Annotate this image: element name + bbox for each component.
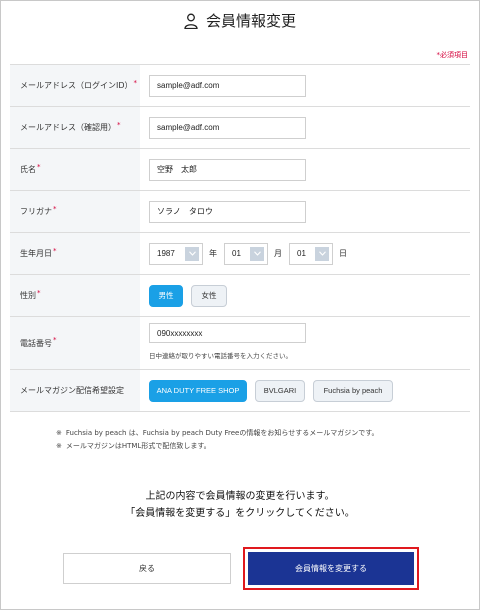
phone-field[interactable]: 090xxxxxxxx [149,323,306,343]
email-field[interactable]: sample@adf.com [149,74,306,97]
submit-highlight: 会員情報を変更する [243,547,419,590]
gender-male-button[interactable]: 男性 [149,284,183,307]
birth-month-select[interactable]: 01 [224,242,268,265]
newsletter-notes: ※ Fuchsia by peach は、Fuchsia by peach Dut… [56,427,379,453]
note-bullet: ※ [56,429,62,437]
name-label: 氏名 * [10,149,140,190]
phone-label: 電話番号 * [10,317,140,369]
birthdate-row: 生年月日 * 1987 年 01 月 01 日 [10,233,470,275]
chevron-down-icon [185,246,199,261]
gender-female-button[interactable]: 女性 [191,284,227,307]
birthdate-label: 生年月日 * [10,233,140,274]
required-mark: * [53,336,57,344]
gender-label: 性別 * [10,275,140,316]
phone-hint: 日中連絡が取りやすい電話番号を入力ください。 [149,352,292,360]
name-field[interactable]: 空野 太郎 [149,158,306,181]
required-mark: * [53,246,57,255]
birth-day-select[interactable]: 01 [289,242,333,265]
note-line-1: ※ Fuchsia by peach は、Fuchsia by peach Dut… [56,427,379,440]
email-row: メールアドレス（ログインID） * sample@adf.com [10,65,470,107]
member-form: メールアドレス（ログインID） * sample@adf.com メールアドレス（… [10,64,470,412]
required-mark: * [53,204,57,213]
birth-month-value: 01 [232,249,241,258]
required-note: *必須項目 [436,51,469,59]
furigana-row: フリガナ * ソラノ タロウ [10,191,470,233]
newsletter-row: メールマガジン配信希望設定 ANA DUTY FREE SHOP BVLGARI… [10,370,470,412]
newsletter-ana-button[interactable]: ANA DUTY FREE SHOP [149,379,247,402]
user-icon [184,13,198,29]
birth-year-value: 1987 [157,249,175,258]
gender-label-text: 性別 [20,291,36,300]
day-unit: 日 [339,249,347,258]
email-confirm-row: メールアドレス（確認用） * sample@adf.com [10,107,470,149]
furigana-label-text: フリガナ [20,207,52,216]
chevron-down-icon [315,246,329,261]
furigana-field[interactable]: ソラノ タロウ [149,200,306,223]
newsletter-label-text: メールマガジン配信希望設定 [20,386,124,395]
confirm-message-line-2: 「会員情報を変更する」をクリックしてください。 [125,508,355,519]
name-row: 氏名 * 空野 太郎 [10,149,470,191]
phone-label-text: 電話番号 [20,338,52,348]
email-confirm-label-text: メールアドレス（確認用） [20,123,116,132]
back-button[interactable]: 戻る [63,553,231,584]
note-bullet: ※ [56,442,62,450]
email-label-text: メールアドレス（ログインID） [20,81,133,90]
page-title: 会員情報変更 [0,10,480,31]
birth-year-select[interactable]: 1987 [149,242,203,265]
birth-day-value: 01 [297,249,306,258]
page-title-text: 会員情報変更 [205,12,296,30]
email-label: メールアドレス（ログインID） * [10,65,140,106]
year-unit: 年 [209,249,217,258]
birthdate-label-text: 生年月日 [20,249,52,258]
required-mark: * [133,78,138,87]
required-mark: * [117,120,121,129]
gender-row: 性別 * 男性 女性 [10,275,470,317]
email-confirm-label: メールアドレス（確認用） * [10,107,140,148]
newsletter-label: メールマガジン配信希望設定 [10,370,140,411]
chevron-down-icon [250,246,264,261]
confirm-message: 上記の内容で会員情報の変更を行います。 「会員情報を変更する」をクリックしてくだ… [0,488,480,522]
newsletter-bvlgari-button[interactable]: BVLGARI [255,379,305,402]
note-line-2: ※ メールマガジンはHTML形式で配信致します。 [56,440,379,453]
required-mark: * [37,288,41,297]
confirm-message-line-1: 上記の内容で会員情報の変更を行います。 [145,491,335,502]
email-confirm-field[interactable]: sample@adf.com [149,116,306,139]
required-mark: * [37,162,41,171]
month-unit: 月 [274,249,282,258]
furigana-label: フリガナ * [10,191,140,232]
name-label-text: 氏名 [20,165,36,174]
note-text-1: Fuchsia by peach は、Fuchsia by peach Duty… [65,429,379,437]
submit-button[interactable]: 会員情報を変更する [248,552,414,585]
note-text-2: メールマガジンはHTML形式で配信致します。 [65,442,211,450]
phone-row: 電話番号 * 090xxxxxxxx 日中連絡が取りやすい電話番号を入力ください。 [10,317,470,370]
newsletter-fuchsia-button[interactable]: Fuchsia by peach [313,379,393,402]
